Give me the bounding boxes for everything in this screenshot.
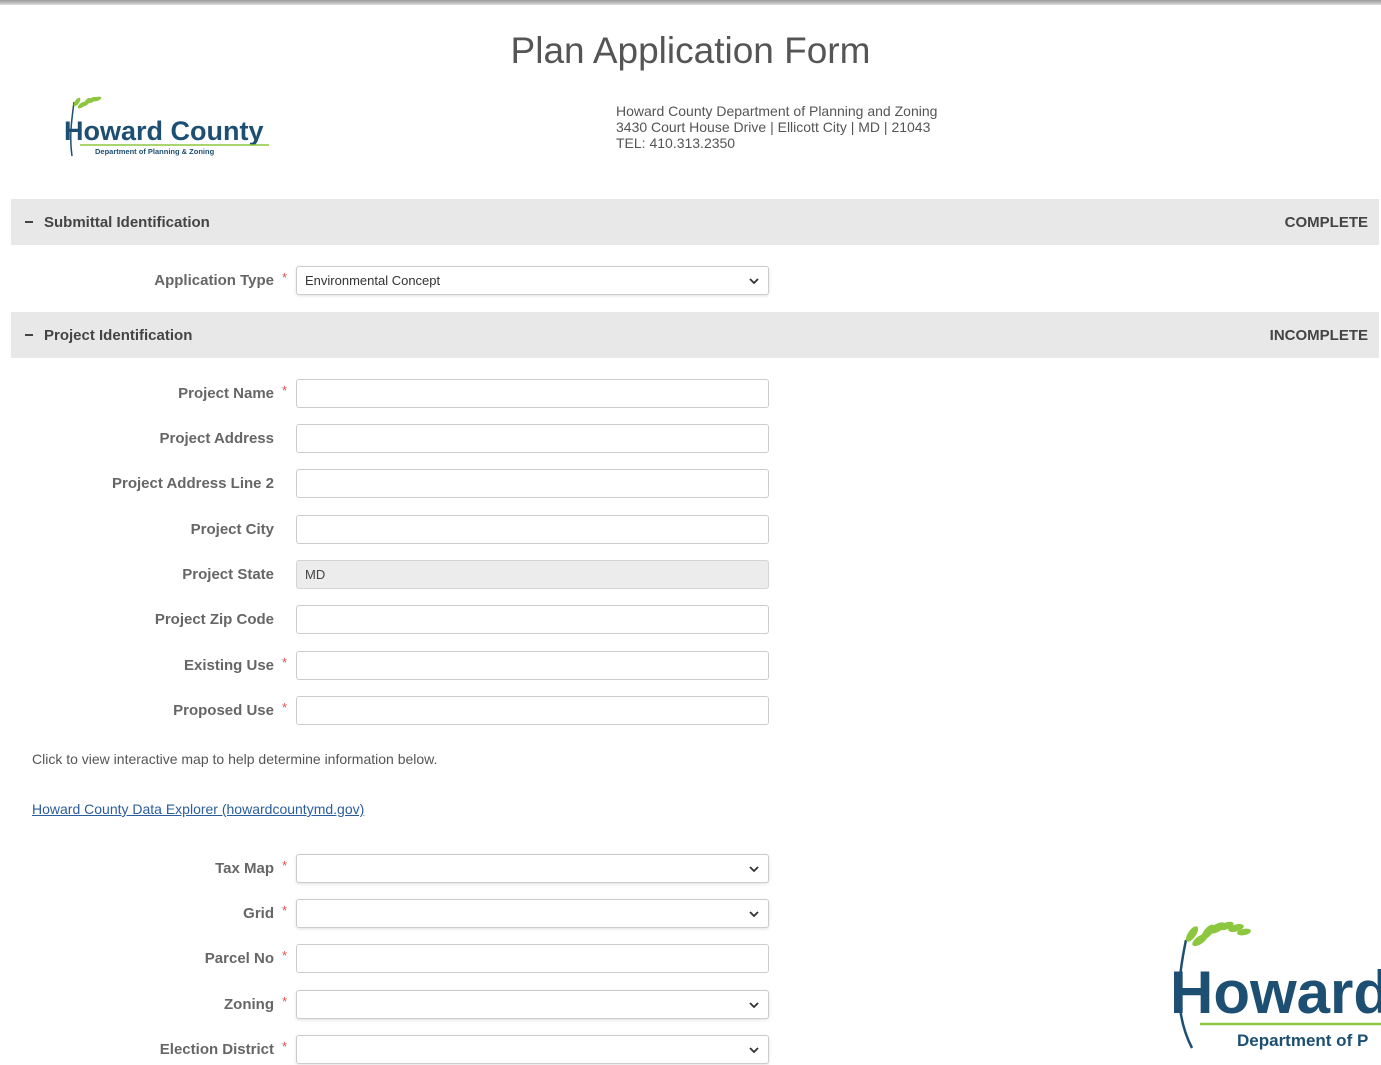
map-help-text: Click to view interactive map to help de… — [32, 751, 438, 767]
required-marker: * — [282, 994, 288, 1009]
section-title: Submittal Identification — [44, 213, 210, 231]
chevron-down-icon — [749, 277, 759, 284]
project-address-2-row: Project Address Line 2 — [0, 469, 780, 499]
required-marker: * — [282, 948, 288, 963]
page-title: Plan Application Form — [510, 30, 871, 71]
section-project-identification[interactable]: Project Identification INCOMPLETE — [11, 312, 1379, 358]
proposed-use-input[interactable] — [296, 696, 769, 725]
required-marker: * — [282, 383, 288, 398]
project-city-row: Project City — [0, 515, 780, 545]
collapse-icon[interactable] — [25, 334, 33, 336]
footer-logo: Howard Department of P — [1170, 918, 1381, 1059]
existing-use-input[interactable] — [296, 651, 769, 680]
wheat-logo-icon: Howard Department of P — [1170, 921, 1381, 1050]
project-state-row: Project State — [0, 560, 780, 590]
required-marker: * — [282, 903, 288, 918]
application-type-row: Application Type * Environmental Concept — [0, 266, 780, 296]
project-address-row: Project Address — [0, 424, 780, 454]
chevron-down-icon — [749, 910, 759, 917]
footer-logo-name: Howard — [1170, 959, 1381, 1026]
application-type-select[interactable]: Environmental Concept — [296, 266, 769, 295]
field-label: Project State — [182, 566, 274, 583]
election-district-row: Election District * — [0, 1035, 780, 1065]
field-label: Existing Use — [183, 657, 274, 674]
logo-name: Howard County — [64, 116, 264, 146]
section-status: INCOMPLETE — [1269, 326, 1368, 344]
field-label: Tax Map — [215, 860, 274, 877]
department-address: 3430 Court House Drive | Ellicott City |… — [616, 119, 931, 135]
tax-map-row: Tax Map * — [0, 854, 780, 884]
department-name: Howard County Department of Planning and… — [616, 103, 938, 119]
election-district-select[interactable] — [296, 1035, 769, 1064]
chevron-down-icon — [749, 1001, 759, 1008]
department-phone: TEL: 410.313.2350 — [616, 135, 736, 151]
top-border — [0, 0, 1381, 5]
field-label: Election District — [159, 1041, 274, 1058]
existing-use-row: Existing Use * — [0, 651, 780, 681]
collapse-icon[interactable] — [25, 221, 33, 223]
project-address-2-input[interactable] — [296, 469, 769, 498]
field-label: Application Type — [154, 272, 274, 289]
zoning-row: Zoning * — [0, 990, 780, 1020]
select-value: Environmental Concept — [305, 273, 441, 288]
field-label: Project Address Line 2 — [112, 475, 274, 492]
project-state-input — [296, 560, 769, 589]
data-explorer-link[interactable]: Howard County Data Explorer (howardcount… — [32, 801, 364, 817]
required-marker: * — [282, 270, 288, 285]
field-label: Proposed Use — [173, 702, 274, 719]
grid-select[interactable] — [296, 899, 769, 928]
section-submittal-identification[interactable]: Submittal Identification COMPLETE — [11, 199, 1379, 245]
project-name-input[interactable] — [296, 379, 769, 408]
field-label: Zoning — [224, 996, 274, 1013]
project-city-input[interactable] — [296, 515, 769, 544]
required-marker: * — [282, 655, 288, 670]
project-name-row: Project Name * — [0, 379, 780, 409]
field-label: Parcel No — [204, 950, 274, 967]
project-zip-row: Project Zip Code — [0, 605, 780, 635]
field-label: Project Address — [159, 430, 275, 447]
chevron-down-icon — [749, 865, 759, 872]
logo-subtitle: Department of Planning & Zoning — [95, 147, 215, 156]
section-title: Project Identification — [44, 326, 193, 344]
field-label: Grid — [243, 905, 274, 922]
grid-row: Grid * — [0, 899, 780, 929]
project-address-input[interactable] — [296, 424, 769, 453]
zoning-select[interactable] — [296, 990, 769, 1019]
howard-county-logo: Howard County Department of Planning & Z… — [64, 96, 274, 158]
tax-map-select[interactable] — [296, 854, 769, 883]
required-marker: * — [282, 1039, 288, 1054]
required-marker: * — [282, 700, 288, 715]
field-label: Project City — [190, 521, 274, 538]
field-label: Project Name — [178, 385, 274, 402]
footer-logo-subtitle: Department of P — [1237, 1031, 1368, 1050]
wheat-logo-icon: Howard County Department of Planning & Z… — [64, 96, 269, 157]
proposed-use-row: Proposed Use * — [0, 696, 780, 726]
section-status: COMPLETE — [1284, 213, 1368, 231]
required-marker: * — [282, 858, 288, 873]
chevron-down-icon — [749, 1046, 759, 1053]
field-label: Project Zip Code — [154, 611, 274, 628]
department-info: Howard County Department of Planning and… — [616, 103, 937, 151]
parcel-no-row: Parcel No * — [0, 944, 780, 974]
parcel-no-input[interactable] — [296, 944, 769, 973]
project-zip-input[interactable] — [296, 605, 769, 634]
